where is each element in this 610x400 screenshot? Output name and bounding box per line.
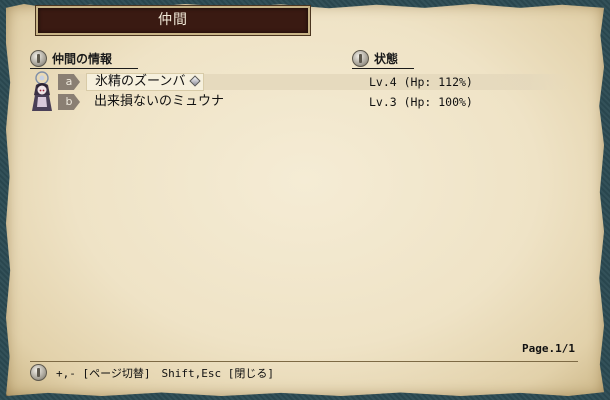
member-status-a: Lv.4 (Hp: 112%) — [369, 75, 473, 89]
party-member-row-b[interactable]: b 出来損ないのミュウナ Lv.3 (Hp: 100%) — [58, 94, 570, 110]
info-badge-icon — [30, 50, 47, 67]
party-info-header: 仲間の情報 — [30, 50, 138, 69]
member-key-a: a — [58, 74, 80, 90]
member-name-b: 出来損ないのミュウナ — [94, 94, 225, 109]
help-badge-icon — [30, 364, 47, 381]
member-name-a: 氷精のズーンバ — [86, 73, 205, 91]
member-status-b: Lv.3 (Hp: 100%) — [369, 95, 473, 109]
page-indicator: Page.1/1 — [522, 342, 575, 355]
status-header: 状態 — [352, 50, 414, 69]
party-member-row-a[interactable]: a 氷精のズーンバ Lv.4 (Hp: 112%) — [58, 73, 570, 91]
character-portrait-icon — [32, 71, 52, 111]
window-title: 仲間 — [36, 6, 310, 35]
party-info-header-label: 仲間の情報 — [52, 52, 113, 66]
status-header-label: 状態 — [374, 52, 399, 66]
status-badge-icon — [352, 50, 369, 67]
help-text: +,- [ページ切替] Shift,Esc [閉じる] — [56, 367, 274, 380]
member-key-b: b — [58, 94, 80, 110]
help-bar: +,- [ページ切替] Shift,Esc [閉じる] — [30, 361, 578, 381]
diamond-icon — [189, 75, 202, 87]
